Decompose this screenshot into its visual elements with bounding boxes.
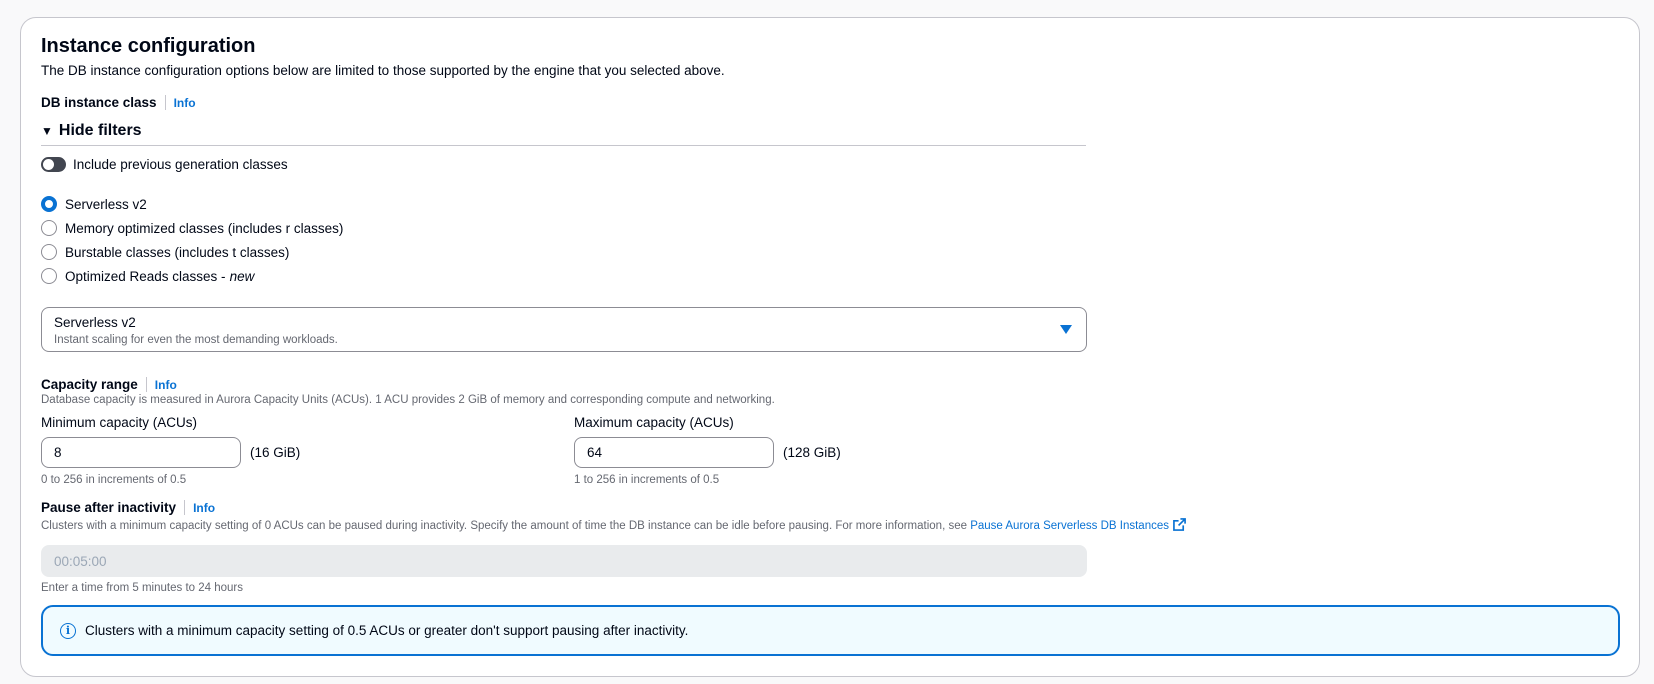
select-description: Instant scaling for even the most demand… — [54, 334, 338, 346]
capacity-info-link[interactable]: Info — [155, 378, 177, 392]
capacity-description: Database capacity is measured in Aurora … — [41, 394, 775, 406]
db-class-info-link[interactable]: Info — [174, 96, 196, 110]
toggle-knob — [43, 159, 54, 170]
max-capacity-input[interactable]: 64 — [574, 437, 774, 468]
radio-button-selected[interactable] — [41, 196, 57, 212]
caret-down-icon — [1060, 325, 1072, 334]
radio-optimized-reads[interactable]: Optimized Reads classes - new — [41, 268, 254, 284]
capacity-range-label: Capacity range — [41, 377, 138, 392]
pause-docs-link-label: Pause Aurora Serverless DB Instances — [970, 520, 1169, 532]
radio-button[interactable] — [41, 268, 57, 284]
min-capacity-unit: (16 GiB) — [250, 445, 301, 460]
radio-label: Burstable classes (includes t classes) — [65, 244, 290, 260]
pause-hint: Enter a time from 5 minutes to 24 hours — [41, 582, 243, 594]
min-capacity-hint: 0 to 256 in increments of 0.5 — [41, 474, 187, 486]
pause-description-row: Clusters with a minimum capacity setting… — [41, 518, 1186, 532]
instance-class-select[interactable]: Serverless v2 Instant scaling for even t… — [41, 307, 1087, 352]
caret-down-icon: ▼ — [41, 124, 53, 138]
db-class-header: DB instance class Info — [41, 94, 196, 112]
max-capacity-label: Maximum capacity (ACUs) — [574, 415, 734, 430]
min-capacity-input[interactable]: 8 — [41, 437, 241, 468]
alert-text: Clusters with a minimum capacity setting… — [85, 623, 689, 638]
filters-divider — [41, 145, 1086, 146]
new-tag: new — [229, 268, 255, 284]
radio-button[interactable] — [41, 244, 57, 260]
max-capacity-hint: 1 to 256 in increments of 0.5 — [574, 474, 720, 486]
min-capacity-label: Minimum capacity (ACUs) — [41, 415, 198, 430]
radio-button[interactable] — [41, 220, 57, 236]
pause-label: Pause after inactivity — [41, 500, 177, 515]
previous-generation-label: Include previous generation classes — [73, 157, 288, 172]
max-capacity-unit: (128 GiB) — [783, 445, 841, 460]
radio-label: Serverless v2 — [65, 196, 147, 212]
info-separator — [184, 500, 186, 515]
radio-label: Optimized Reads classes - — [65, 268, 226, 284]
info-alert: i Clusters with a minimum capacity setti… — [41, 605, 1620, 656]
select-value: Serverless v2 — [54, 315, 136, 330]
pause-docs-link[interactable]: Pause Aurora Serverless DB Instances — [970, 518, 1186, 532]
previous-generation-toggle[interactable] — [41, 157, 66, 172]
section-title: Instance configuration — [41, 35, 256, 57]
radio-memory-optimized[interactable]: Memory optimized classes (includes r cla… — [41, 220, 343, 236]
pause-duration-input[interactable]: 00:05:00 — [41, 545, 1087, 577]
radio-serverless-v2[interactable]: Serverless v2 — [41, 196, 147, 212]
section-description: The DB instance configuration options be… — [41, 63, 725, 78]
pause-description: Clusters with a minimum capacity setting… — [41, 520, 967, 532]
hide-filters-toggle[interactable]: ▼ Hide filters — [41, 122, 142, 140]
info-separator — [145, 377, 147, 392]
hide-filters-label: Hide filters — [58, 122, 142, 139]
info-separator — [164, 95, 166, 110]
external-link-icon — [1173, 518, 1186, 531]
radio-burstable[interactable]: Burstable classes (includes t classes) — [41, 244, 289, 260]
radio-label: Memory optimized classes (includes r cla… — [65, 220, 344, 236]
db-class-label: DB instance class — [41, 95, 157, 110]
info-icon: i — [60, 622, 76, 639]
capacity-range-header: Capacity range Info — [41, 376, 177, 394]
pause-info-link[interactable]: Info — [193, 501, 215, 515]
pause-header: Pause after inactivity Info — [41, 499, 215, 517]
